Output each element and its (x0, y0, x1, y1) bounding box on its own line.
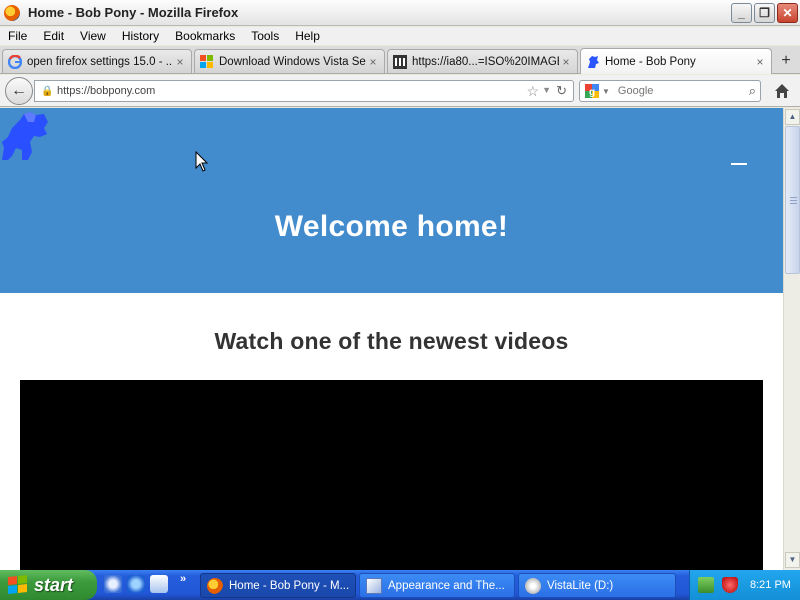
url-input[interactable] (57, 85, 497, 97)
google-icon (7, 54, 23, 70)
show-desktop-icon[interactable] (104, 575, 122, 593)
close-button[interactable]: ✕ (777, 3, 798, 23)
media-player-icon[interactable] (150, 575, 168, 593)
taskbar-item-appearance[interactable]: Appearance and The... (359, 573, 515, 598)
menu-edit[interactable]: Edit (35, 29, 72, 43)
window-title: Home - Bob Pony - Mozilla Firefox (28, 5, 239, 20)
page-content: Welcome home! Watch one of the newest vi… (0, 108, 783, 570)
engine-dropdown-icon[interactable]: ▼ (602, 87, 610, 96)
menu-history[interactable]: History (114, 29, 167, 43)
menu-bar: File Edit View History Bookmarks Tools H… (0, 27, 800, 45)
firefox-icon (4, 4, 20, 21)
tab-label: Download Windows Vista Ser... (219, 55, 366, 68)
start-label: start (34, 574, 74, 595)
quick-launch (104, 575, 168, 593)
vertical-scrollbar[interactable]: ▲ ▼ (783, 108, 800, 570)
task-label: Appearance and The... (388, 579, 505, 592)
navigation-bar: ← 🔒 ☆ ▼ ↻ g ▼ ⌕ (0, 75, 800, 107)
task-label: Home - Bob Pony - M... (229, 579, 350, 592)
menu-help[interactable]: Help (287, 29, 328, 43)
tab-close-icon[interactable]: × (559, 55, 573, 69)
tab-close-icon[interactable]: × (753, 55, 767, 69)
google-search-engine-icon[interactable]: g (584, 83, 600, 99)
task-label: VistaLite (D:) (547, 579, 614, 592)
tab-close-icon[interactable]: × (366, 55, 380, 69)
menu-bookmarks[interactable]: Bookmarks (167, 29, 243, 43)
home-icon (775, 84, 789, 98)
section-title: Watch one of the newest videos (214, 328, 569, 354)
hamburger-menu-icon[interactable] (731, 163, 747, 165)
window-title-bar[interactable]: Home - Bob Pony - Mozilla Firefox _ ❐ ✕ (0, 0, 800, 26)
bookmark-star-icon[interactable]: ☆ (526, 83, 539, 100)
tab-close-icon[interactable]: × (173, 55, 187, 69)
search-icon[interactable]: ⌕ (749, 83, 756, 99)
lock-icon: 🔒 (41, 85, 54, 97)
tab-label: https://ia80...=ISO%20IMAGE (412, 55, 559, 68)
svg-text:g: g (589, 87, 595, 98)
archive-icon (392, 54, 408, 70)
system-tray: 8:21 PM (689, 570, 800, 600)
mouse-cursor-icon (195, 151, 209, 172)
home-button[interactable] (772, 81, 792, 101)
menu-tools[interactable]: Tools (243, 29, 287, 43)
network-icon[interactable] (698, 577, 714, 593)
start-button[interactable]: start (0, 570, 97, 600)
hero-banner: Welcome home! (0, 108, 783, 293)
back-arrow-icon: ← (11, 82, 27, 99)
taskbar-item-vistalite-drive[interactable]: VistaLite (D:) (518, 573, 676, 598)
menu-file[interactable]: File (0, 29, 35, 43)
drive-icon (525, 577, 541, 594)
tab-bob-pony[interactable]: Home - Bob Pony × (580, 48, 772, 74)
control-panel-icon (366, 577, 382, 594)
bobpony-icon (585, 54, 601, 70)
tab-strip: open firefox settings 15.0 - ... × Downl… (0, 46, 800, 74)
quick-launch-chevron-icon[interactable]: » (180, 573, 186, 585)
firefox-icon (207, 577, 223, 594)
search-bar[interactable]: g ▼ ⌕ (579, 80, 761, 102)
hero-title: Welcome home! (274, 210, 509, 243)
back-button[interactable]: ← (5, 77, 33, 105)
taskbar-item-firefox[interactable]: Home - Bob Pony - M... (200, 573, 356, 598)
tab-archive[interactable]: https://ia80...=ISO%20IMAGE × (387, 49, 578, 73)
minimize-button[interactable]: _ (731, 3, 752, 23)
tab-windows-vista[interactable]: Download Windows Vista Ser... × (194, 49, 385, 73)
security-shield-icon[interactable] (722, 577, 738, 593)
new-tab-button[interactable]: + (776, 51, 796, 71)
internet-explorer-icon[interactable] (127, 575, 145, 593)
tab-google-search[interactable]: open firefox settings 15.0 - ... × (2, 49, 192, 73)
url-bar[interactable]: 🔒 ☆ ▼ ↻ (34, 80, 574, 102)
windows-logo-icon (8, 575, 28, 595)
search-input[interactable] (617, 85, 728, 97)
menu-view[interactable]: View (72, 29, 114, 43)
scroll-down-arrow-icon[interactable]: ▼ (785, 552, 800, 568)
reload-icon[interactable]: ↻ (556, 83, 567, 99)
scrollbar-thumb[interactable] (785, 126, 800, 274)
bobpony-logo-icon[interactable] (0, 110, 50, 160)
tab-label: open firefox settings 15.0 - ... (27, 55, 173, 68)
video-player[interactable] (20, 380, 763, 570)
taskbar: start » Home - Bob Pony - M... Appearanc… (0, 570, 800, 600)
clock[interactable]: 8:21 PM (750, 579, 791, 591)
maximize-button[interactable]: ❐ (754, 3, 775, 23)
tab-label: Home - Bob Pony (605, 55, 696, 68)
windows-icon (199, 54, 215, 70)
scroll-up-arrow-icon[interactable]: ▲ (785, 109, 800, 125)
url-dropdown-icon[interactable]: ▼ (542, 85, 551, 95)
